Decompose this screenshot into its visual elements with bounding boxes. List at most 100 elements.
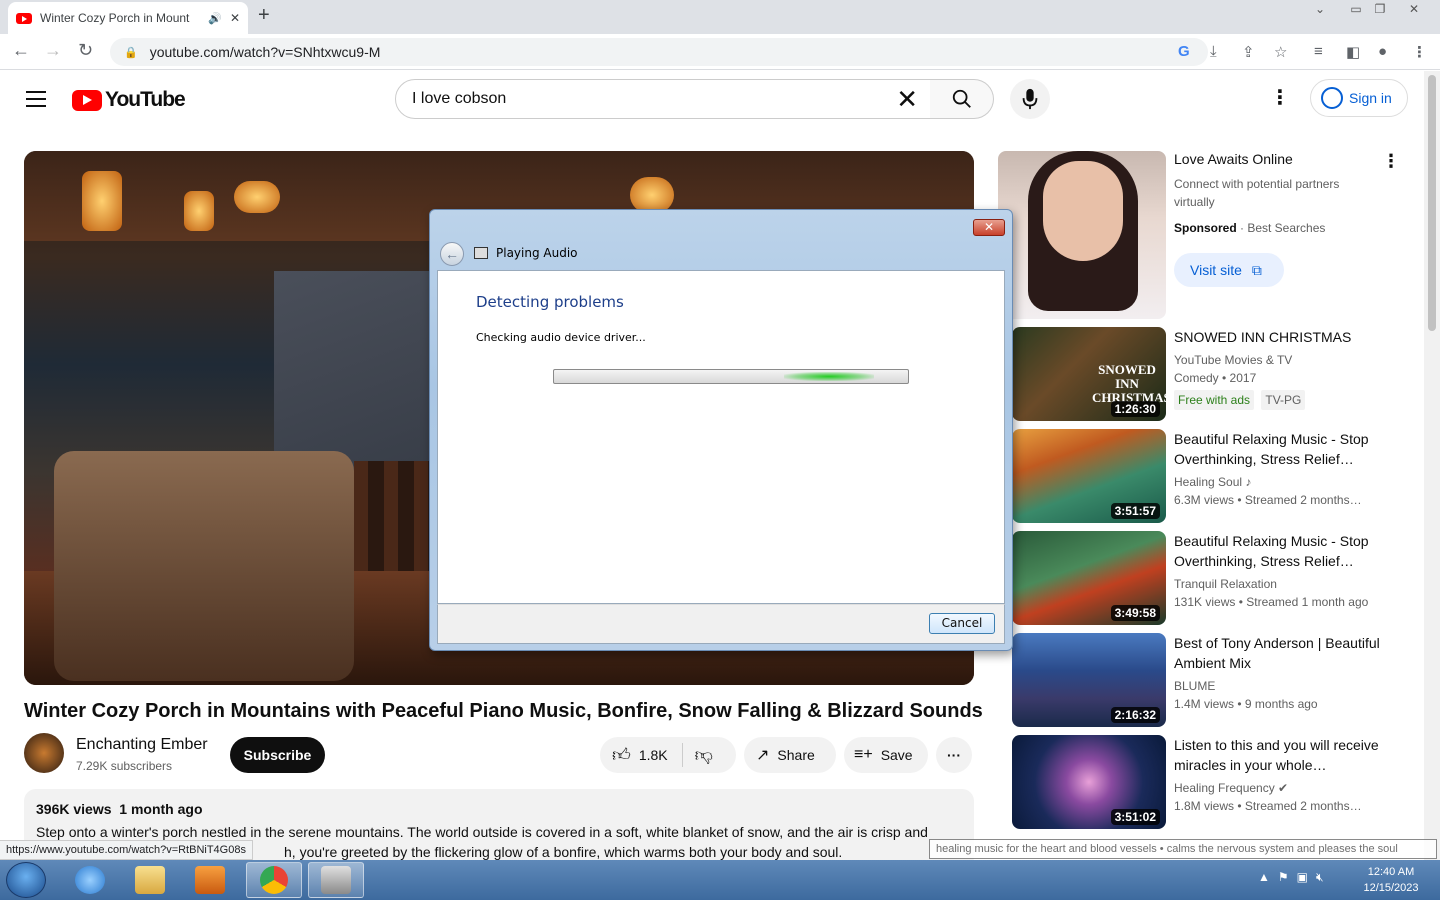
minimize-button[interactable]: ▭ xyxy=(1344,2,1368,16)
back-icon[interactable]: ← xyxy=(12,40,30,61)
troubleshooter-icon xyxy=(321,866,351,894)
troubleshooter-icon xyxy=(474,247,488,259)
cancel-button[interactable]: Cancel xyxy=(929,613,995,634)
subscriber-count: 7.29K subscribers xyxy=(76,759,173,773)
search-button[interactable] xyxy=(930,79,994,119)
youtube-favicon-icon xyxy=(16,12,32,24)
voice-search-button[interactable] xyxy=(1010,79,1050,119)
video-title[interactable]: Beautiful Relaxing Music - Stop Overthin… xyxy=(1174,429,1384,469)
sign-in-button[interactable]: Sign in xyxy=(1310,79,1408,117)
share-arrow-icon: ↗ xyxy=(756,747,770,764)
browser-menu-icon[interactable]: ⋮ xyxy=(1412,43,1427,61)
window-close-button[interactable]: ✕ xyxy=(1402,2,1426,16)
clock[interactable]: 12:40 AM 12/15/2023 xyxy=(1356,864,1426,896)
taskbar-chrome[interactable] xyxy=(246,862,302,898)
progress-marquee xyxy=(784,372,874,381)
channel-avatar[interactable] xyxy=(24,733,64,773)
dialog-body: Detecting problems Checking audio device… xyxy=(437,270,1005,604)
thumbnail-text: SNOWED INN CHRISTMAS xyxy=(1092,362,1166,405)
video-title[interactable]: Listen to this and you will receive mira… xyxy=(1174,735,1384,775)
tab-search-icon[interactable]: ⌄ xyxy=(1308,2,1332,16)
thumbs-down-icon: 👎︎ xyxy=(694,745,713,765)
taskbar-explorer[interactable] xyxy=(122,862,178,898)
settings-more-icon[interactable]: ⋮ xyxy=(1270,85,1290,110)
taskbar-media-player[interactable] xyxy=(182,862,238,898)
page-scrollbar[interactable] xyxy=(1424,71,1440,860)
recommended-video[interactable]: SNOWED INN CHRISTMAS 1:26:30 SNOWED INN … xyxy=(998,327,1408,423)
youtube-logo[interactable]: YouTube xyxy=(72,88,186,112)
media-player-icon xyxy=(195,866,225,894)
save-button[interactable]: ≡+ Save xyxy=(844,737,928,773)
ad-sponsored-line: Sponsored · Best Searches xyxy=(1174,221,1325,235)
video-channel: Tranquil Relaxation xyxy=(1174,577,1277,591)
start-button[interactable] xyxy=(6,862,46,898)
tab-close-icon[interactable]: ✕ xyxy=(230,11,240,25)
video-duration: 2:16:32 xyxy=(1110,707,1160,723)
ad-title[interactable]: Love Awaits Online xyxy=(1174,151,1293,167)
dislike-button[interactable]: 👎︎ xyxy=(683,744,713,766)
youtube-logo-text: YouTube xyxy=(105,88,186,111)
media-control-icon[interactable]: ≡ xyxy=(1314,43,1323,60)
clock-date: 12/15/2023 xyxy=(1363,882,1419,894)
video-thumbnail[interactable]: 3:49:58 xyxy=(1012,531,1166,625)
video-thumbnail[interactable]: SNOWED INN CHRISTMAS 1:26:30 xyxy=(1012,327,1166,421)
more-actions-button[interactable]: ··· xyxy=(936,737,972,773)
recommended-video[interactable]: 2:16:32 Best of Tony Anderson | Beautifu… xyxy=(998,633,1408,729)
dialog-title: Playing Audio xyxy=(496,246,578,260)
scrollbar-thumb[interactable] xyxy=(1428,75,1436,331)
video-duration: 3:51:02 xyxy=(1110,809,1160,825)
sponsored-ad[interactable]: Love Awaits Online Connect with potentia… xyxy=(998,151,1408,319)
video-thumbnail[interactable]: 2:16:32 xyxy=(1012,633,1166,727)
dialog-close-button[interactable]: ✕ xyxy=(973,219,1005,236)
share-button[interactable]: ↗ Share xyxy=(744,737,836,773)
bookmark-star-icon[interactable]: ☆ xyxy=(1274,43,1287,61)
side-panel-icon[interactable]: ◧ xyxy=(1346,43,1360,61)
address-bar[interactable]: 🔒 youtube.com/watch?v=SNhtxwcu9-M xyxy=(110,38,1208,66)
ad-subtitle: Connect with potential partners virtuall… xyxy=(1174,177,1340,209)
channel-name[interactable]: Enchanting Ember xyxy=(76,736,208,754)
rating-badge: TV-PG xyxy=(1261,390,1306,410)
ad-thumbnail[interactable] xyxy=(998,151,1166,319)
video-title[interactable]: Beautiful Relaxing Music - Stop Overthin… xyxy=(1174,531,1384,571)
install-icon[interactable]: ⤓ xyxy=(1210,43,1217,60)
recommended-video[interactable]: 3:51:57 Beautiful Relaxing Music - Stop … xyxy=(998,429,1408,525)
video-title[interactable]: Best of Tony Anderson | Beautiful Ambien… xyxy=(1174,633,1384,673)
search-input[interactable]: I love cobson ✕ xyxy=(395,79,931,119)
show-hidden-icons[interactable]: ▲ xyxy=(1258,870,1270,885)
browser-tab[interactable]: Winter Cozy Porch in Mount 🔊 ✕ xyxy=(8,2,248,34)
profile-icon[interactable]: ● xyxy=(1378,43,1387,60)
dialog-back-button[interactable]: ← xyxy=(440,242,464,266)
volume-muted-icon[interactable]: 🔇︎ xyxy=(1316,870,1324,885)
recommended-video[interactable]: 3:51:02 Listen to this and you will rece… xyxy=(998,735,1408,831)
recommended-video[interactable]: 3:49:58 Beautiful Relaxing Music - Stop … xyxy=(998,531,1408,627)
hamburger-menu-icon[interactable] xyxy=(26,91,46,107)
taskbar-troubleshooter[interactable] xyxy=(308,862,364,898)
taskbar-internet-explorer[interactable] xyxy=(62,862,118,898)
description-line: Step onto a winter's porch nestled in th… xyxy=(36,824,928,840)
ad-image-face xyxy=(1043,161,1123,261)
visit-site-button[interactable]: Visit site ⧉ xyxy=(1174,253,1284,287)
google-icon[interactable]: G xyxy=(1178,43,1190,60)
video-channel: BLUME xyxy=(1174,679,1216,693)
action-center-icon[interactable]: ⚑ xyxy=(1278,870,1289,885)
speaker-icon[interactable]: 🔊 xyxy=(208,12,222,25)
reload-icon[interactable]: ↻ xyxy=(78,40,93,61)
youtube-header: YouTube I love cobson ✕ ⋮ Sign in xyxy=(0,71,1424,127)
video-frame-lantern xyxy=(82,171,122,231)
video-thumbnail[interactable]: 3:51:57 xyxy=(1012,429,1166,523)
network-icon[interactable]: ▣ xyxy=(1297,870,1308,885)
like-button[interactable]: 👍︎ 1.8K xyxy=(600,743,683,767)
video-title[interactable]: SNOWED INN CHRISTMAS xyxy=(1174,327,1384,347)
forward-icon[interactable]: → xyxy=(44,40,62,61)
restore-button[interactable]: ❐ xyxy=(1368,2,1392,16)
subscribe-button[interactable]: Subscribe xyxy=(230,737,325,773)
clear-search-icon[interactable]: ✕ xyxy=(896,84,918,115)
video-thumbnail[interactable]: 3:51:02 xyxy=(1012,735,1166,829)
ad-menu-icon[interactable]: ⋮ xyxy=(1382,151,1400,172)
lock-icon: 🔒 xyxy=(124,46,138,59)
new-tab-button[interactable]: + xyxy=(258,4,270,27)
sign-in-label: Sign in xyxy=(1349,90,1392,106)
share-icon[interactable]: ⇪ xyxy=(1242,43,1255,61)
video-frame-lamp xyxy=(234,181,280,213)
video-badges: Free with ads TV-PG xyxy=(1174,390,1309,410)
